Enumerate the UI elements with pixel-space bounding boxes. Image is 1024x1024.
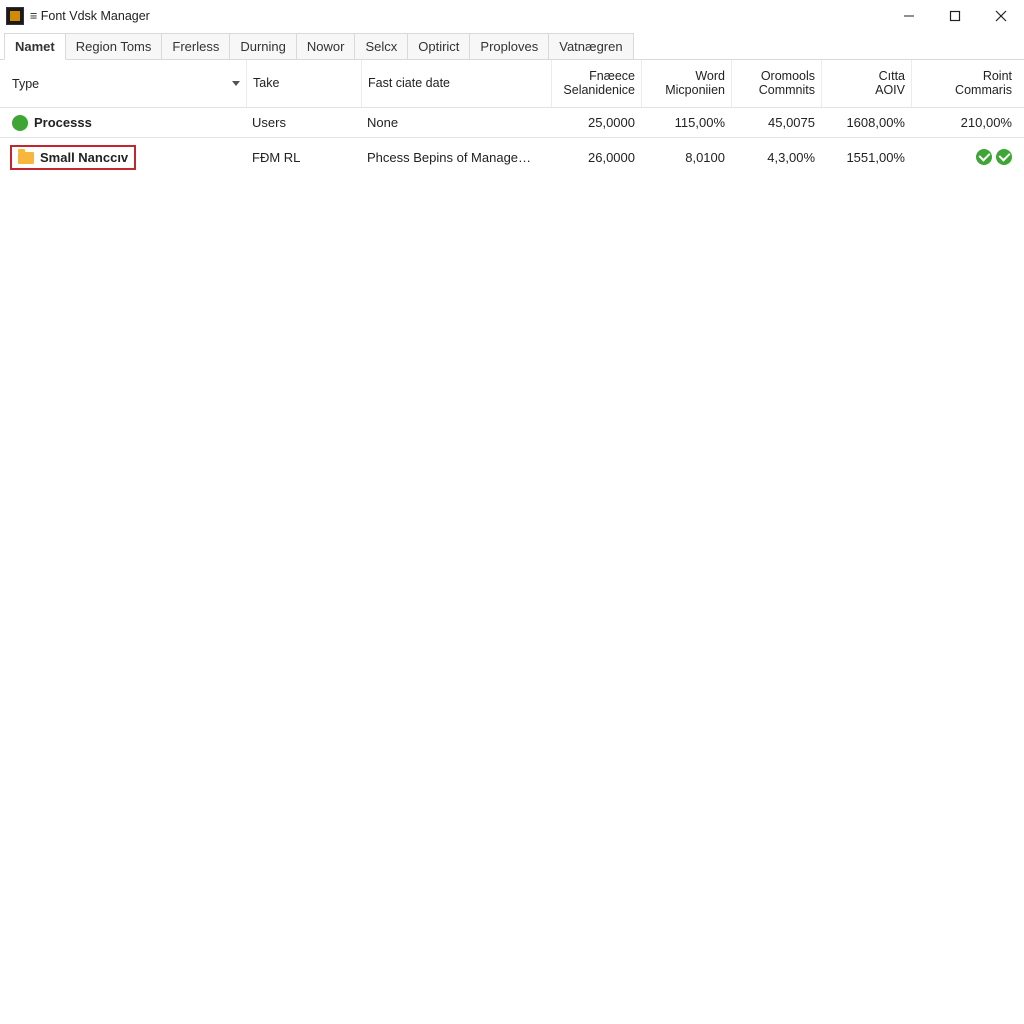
window-controls bbox=[886, 0, 1024, 32]
row-v5-cell: 45,0075 bbox=[731, 115, 821, 130]
tab-durning[interactable]: Durning bbox=[229, 33, 297, 59]
close-button[interactable] bbox=[978, 0, 1024, 32]
check-icon bbox=[976, 149, 992, 165]
row-v7-cell: 210,00% bbox=[911, 115, 1018, 130]
row-name-cell: Small Nanccıv bbox=[6, 145, 246, 170]
column-fast-label: Fast ciate date bbox=[368, 77, 450, 91]
folder-icon bbox=[18, 152, 34, 164]
tab-vatnaegren[interactable]: Vatnægren bbox=[548, 33, 633, 59]
row-v6-cell: 1608,00% bbox=[821, 115, 911, 130]
tab-optirict[interactable]: Optirict bbox=[407, 33, 470, 59]
table-row[interactable]: Processs Users None 25,0000 115,00% 45,0… bbox=[0, 108, 1024, 138]
window-title: ≡ Font Vdsk Manager bbox=[30, 9, 150, 23]
app-icon bbox=[6, 7, 24, 25]
column-fnaece[interactable]: FnæeceSelanidenice bbox=[551, 60, 641, 107]
tab-region-toms[interactable]: Region Toms bbox=[65, 33, 163, 59]
minimize-button[interactable] bbox=[886, 0, 932, 32]
row-fast-cell: Phcess Bepins of Manage… bbox=[361, 150, 551, 165]
chevron-down-icon bbox=[232, 81, 240, 86]
row-name-label: Processs bbox=[34, 115, 92, 130]
column-roint[interactable]: RointCommaris bbox=[911, 60, 1018, 107]
column-take-label: Take bbox=[253, 77, 279, 91]
check-icon bbox=[996, 149, 1012, 165]
selection-highlight: Small Nanccıv bbox=[10, 145, 136, 170]
row-status-cell bbox=[911, 149, 1018, 165]
titlebar: ≡ Font Vdsk Manager bbox=[0, 0, 1024, 32]
column-citta[interactable]: CıttaAOIV bbox=[821, 60, 911, 107]
column-take[interactable]: Take bbox=[246, 60, 361, 107]
tab-bar: Namet Region Toms Frerless Durning Nowor… bbox=[0, 32, 1024, 60]
row-v3-cell: 25,0000 bbox=[551, 115, 641, 130]
tab-selcx[interactable]: Selcx bbox=[354, 33, 408, 59]
column-type[interactable]: Type bbox=[6, 60, 246, 107]
column-fast[interactable]: Fast ciate date bbox=[361, 60, 551, 107]
row-v4-cell: 115,00% bbox=[641, 115, 731, 130]
table-row[interactable]: Small Nanccıv FÐM RL Phcess Bepins of Ma… bbox=[0, 138, 1024, 176]
tab-proploves[interactable]: Proploves bbox=[469, 33, 549, 59]
tab-nowor[interactable]: Nowor bbox=[296, 33, 356, 59]
tab-frerless[interactable]: Frerless bbox=[161, 33, 230, 59]
row-take-cell: FÐM RL bbox=[246, 150, 361, 165]
tab-namet[interactable]: Namet bbox=[4, 33, 66, 60]
column-word[interactable]: WordMicponiien bbox=[641, 60, 731, 107]
column-oromools[interactable]: OromoolsCommnits bbox=[731, 60, 821, 107]
column-headers: Type Take Fast ciate date FnæeceSelanide… bbox=[0, 60, 1024, 108]
row-name-label: Small Nanccıv bbox=[40, 150, 128, 165]
row-v3-cell: 26,0000 bbox=[551, 150, 641, 165]
globe-icon bbox=[12, 115, 28, 131]
row-take-cell: Users bbox=[246, 115, 361, 130]
row-name-cell: Processs bbox=[6, 115, 246, 131]
row-fast-cell: None bbox=[361, 115, 551, 130]
maximize-button[interactable] bbox=[932, 0, 978, 32]
row-v6-cell: 1551,00% bbox=[821, 150, 911, 165]
column-type-label: Type bbox=[12, 77, 39, 91]
row-v4-cell: 8,0100 bbox=[641, 150, 731, 165]
row-v5-cell: 4,3,00% bbox=[731, 150, 821, 165]
